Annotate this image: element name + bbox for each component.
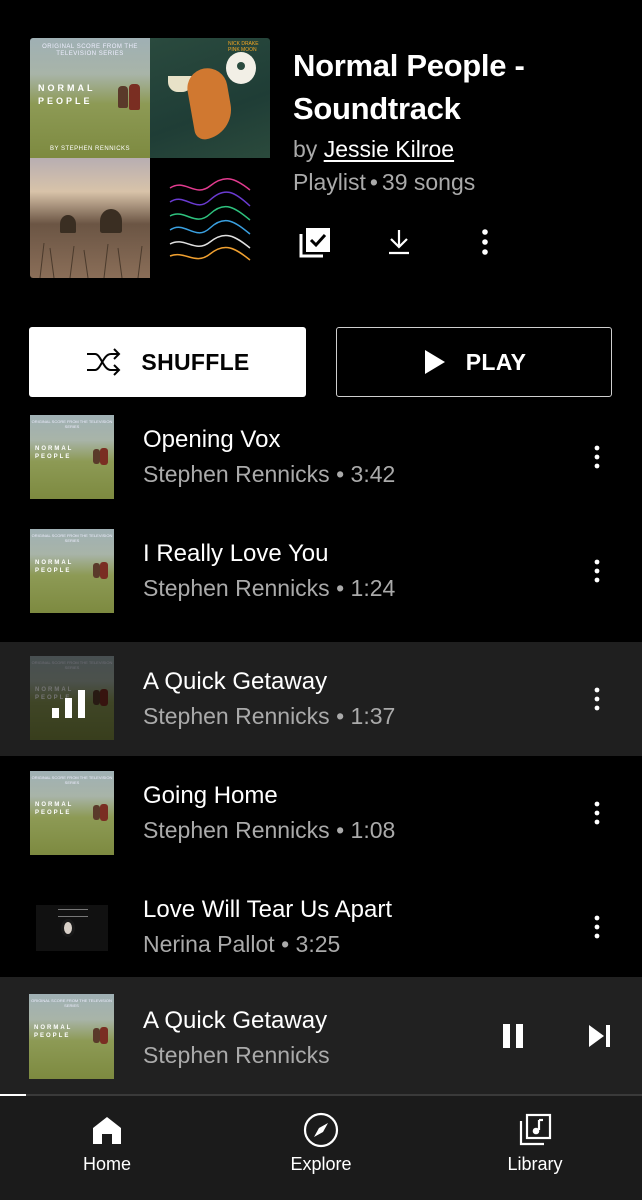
shuffle-icon — [85, 346, 123, 378]
track-more-button[interactable] — [580, 795, 614, 831]
cover-face — [226, 52, 256, 84]
bottom-navigation: Home Explore Library — [0, 1096, 642, 1200]
now-playing-thumbnail: ORIGINAL SCORE FROM THE TELEVISION SERIE… — [29, 994, 114, 1079]
track-subtitle: Stephen Rennicks • 1:08 — [143, 817, 396, 843]
playlist-cover-collage: ORIGINAL SCORE FROM THE TELEVISION SERIE… — [30, 38, 270, 278]
album-art-pink-moon: NICK DRAKE PINK MOON — [150, 38, 270, 158]
home-icon — [87, 1110, 127, 1150]
more-vert-icon — [594, 687, 600, 711]
track-row[interactable]: ORIGINAL SCORE FROM THE TELEVISION SERIE… — [0, 514, 642, 628]
track-thumbnail: ORIGINAL SCORE FROM THE TELEVISION SERIE… — [30, 771, 114, 855]
nav-library[interactable]: Library — [428, 1096, 642, 1200]
pause-button[interactable] — [493, 1018, 533, 1054]
cover-figure — [118, 86, 128, 108]
track-subtitle: Stephen Rennicks • 1:37 — [143, 703, 396, 729]
playlist-owner: by Jessie Kilroe — [293, 134, 623, 164]
track-row[interactable]: Love Will Tear Us Apart Nerina Pallot • … — [0, 870, 642, 984]
download-button[interactable] — [379, 222, 419, 262]
track-row-now-playing[interactable]: ORIGINAL SCORE FROM THE TELEVISION SERIE… — [0, 642, 642, 756]
equalizer-icon — [52, 688, 92, 718]
album-art-field — [30, 158, 150, 278]
album-art-normal-people: ORIGINAL SCORE FROM THE TELEVISION SERIE… — [30, 38, 150, 158]
album-art-waves — [150, 158, 270, 278]
library-add-check-icon — [299, 228, 330, 258]
playlist-type: Playlist — [293, 169, 366, 195]
nav-label: Library — [507, 1154, 563, 1174]
cover-caption: ORIGINAL SCORE FROM THE TELEVISION SERIE… — [42, 44, 138, 58]
track-thumbnail: ORIGINAL SCORE FROM THE TELEVISION SERIE… — [30, 656, 114, 740]
playlist-title: Normal People - Soundtrack — [293, 48, 525, 126]
now-playing-title: A Quick Getaway — [143, 1007, 328, 1034]
field-grass — [39, 242, 143, 278]
owner-link[interactable]: Jessie Kilroe — [324, 136, 454, 162]
more-vert-icon — [482, 229, 488, 255]
cover-title: NORMAL PEOPLE — [38, 83, 96, 106]
track-more-button[interactable] — [580, 553, 614, 589]
track-thumbnail — [30, 885, 114, 969]
playlist-info: Normal People - Soundtrack by Jessie Kil… — [293, 44, 623, 198]
track-more-button[interactable] — [580, 909, 614, 945]
shuffle-label: SHUFFLE — [141, 348, 250, 375]
track-subtitle: Stephen Rennicks • 1:24 — [143, 575, 396, 601]
skip-next-button[interactable] — [580, 1018, 620, 1054]
track-title: Going Home — [143, 782, 278, 809]
track-artist: Nerina Pallot — [143, 931, 275, 957]
track-artist: Stephen Rennicks — [143, 817, 330, 843]
track-title: Opening Vox — [143, 426, 281, 453]
track-artist: Stephen Rennicks — [143, 703, 330, 729]
download-icon — [389, 230, 409, 255]
track-row[interactable]: ORIGINAL SCORE FROM THE TELEVISION SERIE… — [0, 756, 642, 870]
track-row[interactable]: ORIGINAL SCORE FROM THE TELEVISION SERIE… — [0, 400, 642, 514]
compass-icon — [301, 1110, 341, 1150]
play-icon — [422, 348, 448, 376]
shuffle-button[interactable]: SHUFFLE — [29, 327, 306, 397]
track-artist: Stephen Rennicks — [143, 461, 330, 487]
cover-caption: NICK DRAKE PINK MOON — [228, 41, 259, 53]
track-thumbnail: ORIGINAL SCORE FROM THE TELEVISION SERIE… — [30, 415, 114, 499]
by-prefix: by — [293, 136, 318, 162]
more-vert-icon — [594, 801, 600, 825]
track-title: Love Will Tear Us Apart — [143, 896, 392, 923]
nav-home[interactable]: Home — [0, 1096, 214, 1200]
more-vert-icon — [594, 445, 600, 469]
pause-icon — [503, 1024, 523, 1048]
track-duration: 3:25 — [295, 931, 341, 957]
nav-label: Home — [82, 1154, 131, 1174]
more-vert-icon — [594, 915, 600, 939]
nav-explore[interactable]: Explore — [214, 1096, 428, 1200]
track-thumbnail: ORIGINAL SCORE FROM THE TELEVISION SERIE… — [30, 529, 114, 613]
track-subtitle: Stephen Rennicks • 3:42 — [143, 461, 396, 487]
track-duration: 1:08 — [350, 817, 396, 843]
more-vert-icon — [594, 559, 600, 583]
track-more-button[interactable] — [580, 439, 614, 475]
track-duration: 1:24 — [350, 575, 396, 601]
track-subtitle: Nerina Pallot • 3:25 — [143, 931, 341, 957]
mini-player[interactable]: ORIGINAL SCORE FROM THE TELEVISION SERIE… — [0, 977, 642, 1095]
track-title: A Quick Getaway — [143, 668, 328, 695]
track-artist: Stephen Rennicks — [143, 575, 330, 601]
track-duration: 3:42 — [350, 461, 396, 487]
save-to-library-button[interactable] — [295, 222, 335, 262]
track-title: I Really Love You — [143, 540, 329, 567]
playlist-actions — [293, 222, 513, 262]
play-label: PLAY — [465, 348, 527, 375]
skip-next-icon — [589, 1025, 610, 1047]
now-playing-artist: Stephen Rennicks — [143, 1042, 330, 1068]
play-button[interactable]: PLAY — [336, 327, 612, 397]
nav-label: Explore — [290, 1154, 352, 1174]
cover-figure — [129, 84, 140, 110]
song-count: 39 songs — [381, 169, 476, 195]
playlist-more-button[interactable] — [465, 222, 505, 262]
library-music-icon — [515, 1110, 555, 1150]
waveform-art — [169, 178, 251, 261]
cover-byline: BY STEPHEN RENNICKS — [49, 146, 131, 152]
playlist-meta: Playlist • 39 songs — [293, 166, 623, 198]
meta-separator: • — [369, 169, 378, 195]
track-more-button[interactable] — [580, 681, 614, 717]
track-duration: 1:37 — [350, 703, 396, 729]
playlist-header: ORIGINAL SCORE FROM THE TELEVISION SERIE… — [0, 0, 642, 310]
